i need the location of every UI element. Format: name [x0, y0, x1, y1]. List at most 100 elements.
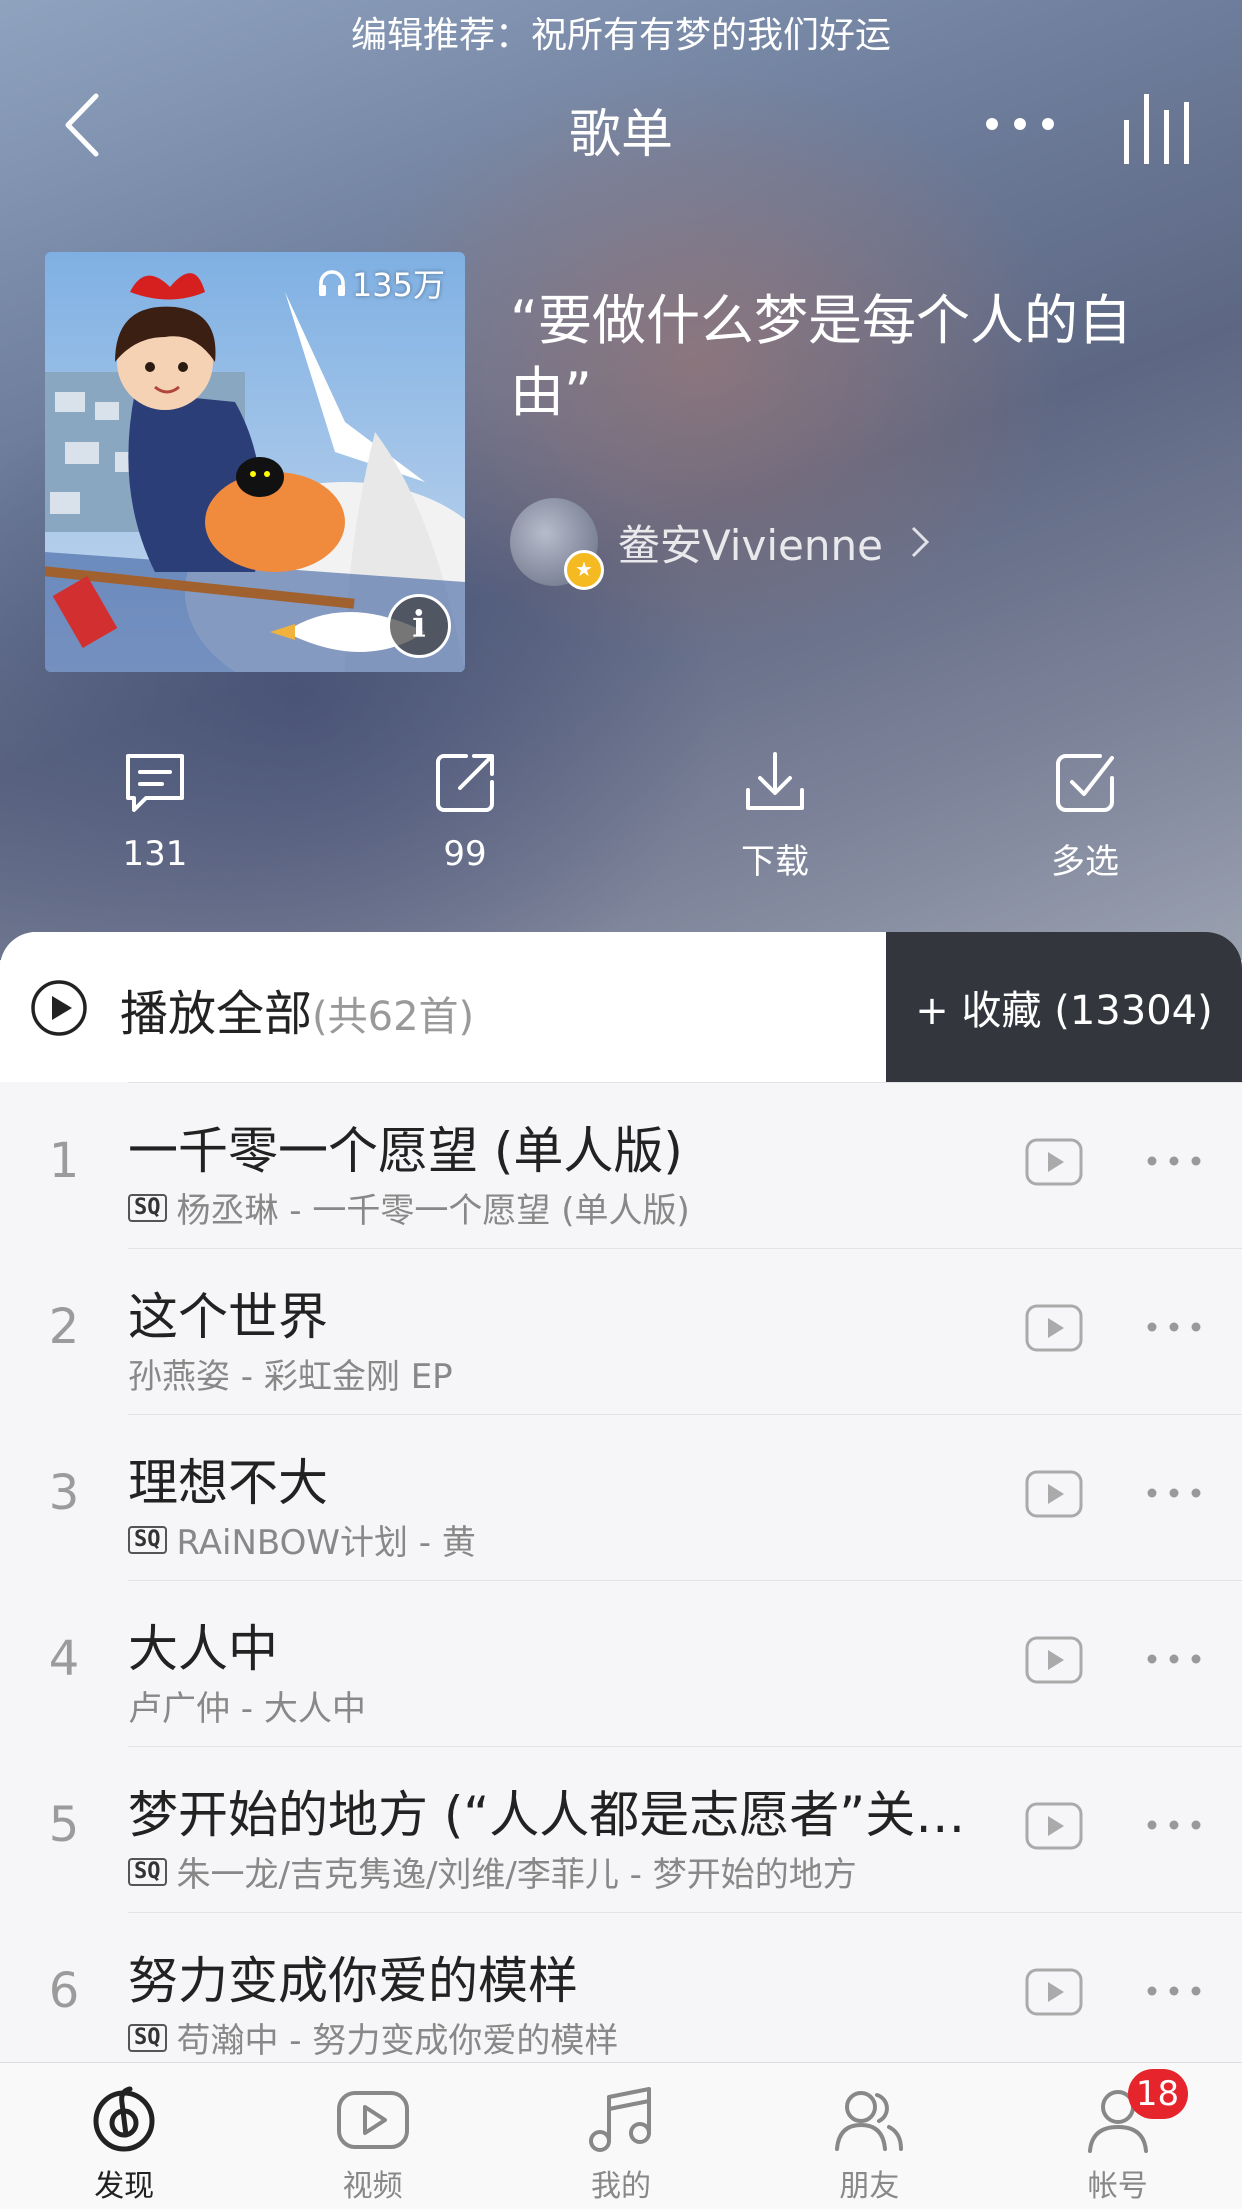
- action-bar: 131 99 下载 多选: [0, 748, 1242, 883]
- song-more-icon[interactable]: [1144, 1981, 1204, 2001]
- sq-badge: SQ: [128, 1525, 167, 1554]
- comment-button[interactable]: 131: [0, 748, 310, 883]
- song-row[interactable]: 4 大人中 卢广仲 - 大人中: [49, 1580, 1242, 1746]
- share-icon: [436, 754, 494, 812]
- notification-badge: 18: [1127, 2069, 1188, 2119]
- mv-play-icon[interactable]: [1024, 1469, 1084, 1519]
- multi-select-label: 多选: [1051, 842, 1119, 882]
- song-row[interactable]: 1 一千零一个愿望 (单人版) SQ 杨丞琳 - 一千零一个愿望 (单人版): [49, 1082, 1242, 1248]
- song-title: 理想不大: [128, 1454, 328, 1512]
- tab-account[interactable]: 帐号 18: [994, 2063, 1242, 2209]
- now-playing-button[interactable]: [1122, 90, 1192, 166]
- song-title: 梦开始的地方 (“人人都是志愿者”关…: [128, 1786, 966, 1844]
- song-artist-album: 朱一龙/吉克隽逸/刘维/李菲儿 - 梦开始的地方: [176, 1855, 857, 1895]
- song-artist-album: 卢广仲 - 大人中: [128, 1689, 366, 1729]
- song-title: 一千零一个愿望 (单人版): [128, 1122, 683, 1180]
- song-artist-album: 苟瀚中 - 努力变成你爱的模样: [176, 2021, 619, 2061]
- discover-icon: [93, 2086, 155, 2152]
- star-badge-icon: ★: [564, 550, 604, 590]
- tab-video[interactable]: 视频: [248, 2063, 496, 2209]
- tab-label: 帐号: [1087, 2169, 1148, 2204]
- song-more-icon[interactable]: [1144, 1815, 1204, 1835]
- tab-label: 视频: [342, 2169, 403, 2204]
- song-more-icon[interactable]: [1144, 1317, 1204, 1337]
- friends-icon: [835, 2091, 904, 2151]
- song-artist-album: RAiNBOW计划 - 黄: [176, 1523, 476, 1563]
- song-title: 大人中: [128, 1620, 278, 1678]
- tab-friends[interactable]: 朋友: [745, 2063, 993, 2209]
- song-subtitle: SQ RAiNBOW计划 - 黄: [128, 1515, 476, 1564]
- play-count-value: 135万: [351, 266, 445, 304]
- song-artist-album: 孙燕姿 - 彩虹金刚 EP: [128, 1357, 453, 1397]
- song-subtitle: SQ 杨丞琳 - 一千零一个愿望 (单人版): [128, 1183, 690, 1232]
- play-all-label: 播放全部: [120, 986, 313, 1042]
- song-subtitle: 卢广仲 - 大人中: [128, 1681, 366, 1730]
- avatar: ★: [510, 498, 604, 590]
- song-row[interactable]: 2 这个世界 孙燕姿 - 彩虹金刚 EP: [49, 1248, 1242, 1414]
- song-row[interactable]: 5 梦开始的地方 (“人人都是志愿者”关… SQ 朱一龙/吉克隽逸/刘维/李菲儿…: [49, 1746, 1242, 1912]
- playlist-cover[interactable]: 135万 i: [45, 252, 465, 672]
- share-button[interactable]: 99: [310, 748, 620, 883]
- comment-count: 131: [122, 834, 188, 874]
- mv-play-icon[interactable]: [1024, 1801, 1084, 1851]
- song-subtitle: SQ 苟瀚中 - 努力变成你爱的模样: [128, 2013, 618, 2062]
- tab-discover[interactable]: 发现: [0, 2063, 248, 2209]
- editor-recommendation: 编辑推荐：祝所有有梦的我们好运: [350, 15, 891, 56]
- download-label: 下载: [741, 842, 809, 882]
- bottom-tab-bar: 发现 视频 我的 朋友 帐号 18: [0, 2062, 1242, 2209]
- song-title: 努力变成你爱的模样: [128, 1952, 578, 2010]
- mv-play-icon[interactable]: [1024, 1967, 1084, 2017]
- song-subtitle: 孙燕姿 - 彩虹金刚 EP: [128, 1349, 453, 1398]
- chevron-right-icon: [911, 526, 930, 558]
- play-count: 135万: [316, 260, 445, 306]
- tab-label: 我的: [590, 2169, 651, 2204]
- song-more-icon[interactable]: [1144, 1151, 1204, 1171]
- song-more-icon[interactable]: [1144, 1483, 1204, 1503]
- playlist-title: “要做什么梦是每个人的自由”: [510, 289, 1132, 424]
- song-more-icon[interactable]: [1144, 1649, 1204, 1669]
- download-icon: [746, 752, 804, 810]
- tab-mine[interactable]: 我的: [497, 2063, 745, 2209]
- song-index: 3: [48, 1465, 80, 1521]
- mv-play-icon[interactable]: [1024, 1137, 1084, 1187]
- headphones-icon: [318, 270, 345, 296]
- play-all-button[interactable]: 播放全部(共62首): [0, 932, 886, 1082]
- song-artist-album: 杨丞琳 - 一千零一个愿望 (单人版): [176, 1191, 690, 1231]
- tab-label: 朋友: [839, 2169, 900, 2204]
- creator-link[interactable]: ★ 鲞安Vivienne: [510, 498, 933, 590]
- song-index: 1: [48, 1133, 80, 1189]
- mv-play-icon[interactable]: [1024, 1635, 1084, 1685]
- music-note-icon: [588, 2087, 651, 2152]
- song-title: 这个世界: [128, 1288, 328, 1346]
- song-row[interactable]: 3 理想不大 SQ RAiNBOW计划 - 黄: [49, 1414, 1242, 1580]
- song-index: 4: [48, 1631, 80, 1687]
- equalizer-bars-icon: [1124, 94, 1189, 164]
- song-index: 6: [48, 1963, 80, 2019]
- tab-label: 发现: [94, 2169, 155, 2204]
- multi-select-button[interactable]: 多选: [930, 748, 1240, 883]
- sq-badge: SQ: [128, 1193, 167, 1222]
- collect-button[interactable]: + 收藏 (13304): [886, 932, 1242, 1082]
- song-index: 5: [48, 1797, 80, 1853]
- play-circle-icon: [31, 980, 87, 1036]
- more-button[interactable]: [980, 104, 1060, 144]
- song-count: (共62首): [312, 994, 475, 1040]
- song-row[interactable]: 6 努力变成你爱的模样 SQ 苟瀚中 - 努力变成你爱的模样: [49, 1912, 1242, 2072]
- mv-play-icon[interactable]: [1024, 1303, 1084, 1353]
- video-icon: [336, 2091, 409, 2149]
- sq-badge: SQ: [128, 1857, 167, 1886]
- comment-icon: [126, 754, 184, 812]
- song-list-panel: 播放全部(共62首) + 收藏 (13304) 1 一千零一个愿望 (单人版) …: [0, 932, 1242, 2072]
- creator-name: 鲞安Vivienne: [618, 520, 883, 570]
- song-index: 2: [48, 1299, 80, 1355]
- download-button[interactable]: 下载: [620, 748, 930, 883]
- playlist-header: 编辑推荐：祝所有有梦的我们好运 歌单 135万 i “要做什么梦是每个人的自由”…: [0, 0, 1242, 960]
- song-list: 1 一千零一个愿望 (单人版) SQ 杨丞琳 - 一千零一个愿望 (单人版) 2…: [0, 1082, 1242, 2072]
- sq-badge: SQ: [128, 2023, 167, 2052]
- multi-select-icon: [1056, 754, 1114, 812]
- play-all-text: 播放全部(共62首): [120, 974, 474, 1044]
- more-dots-icon: [986, 118, 1054, 130]
- song-subtitle: SQ 朱一龙/吉克隽逸/刘维/李菲儿 - 梦开始的地方: [128, 1847, 857, 1896]
- info-icon[interactable]: i: [387, 594, 451, 658]
- share-count: 99: [443, 834, 487, 874]
